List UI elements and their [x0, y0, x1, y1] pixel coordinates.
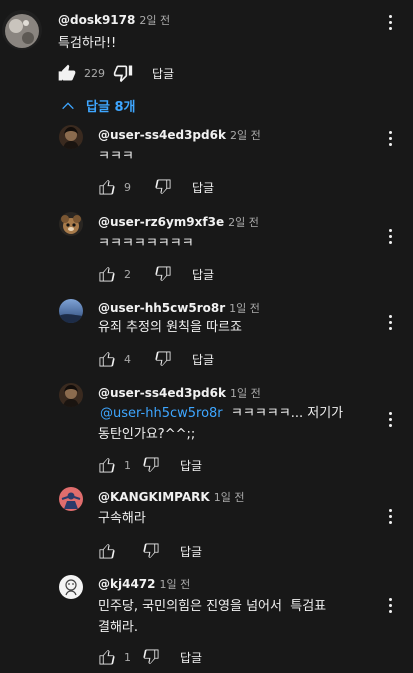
comment-text-line2: 동탄인가요?^^;;: [98, 427, 196, 442]
reply-button[interactable]: 답글: [152, 65, 174, 82]
reply-item: @user-rz6ym9xf3e 2일 전 ㅋㅋㅋㅋㅋㅋㅋㅋ 2 답글: [0, 207, 413, 292]
avatar[interactable]: [59, 299, 83, 323]
avatar[interactable]: [2, 10, 42, 50]
comment-author[interactable]: @dosk9178: [58, 13, 135, 27]
reply-button[interactable]: 답글: [180, 457, 202, 474]
comment-text: ㅋㅋㅋ: [98, 149, 134, 164]
comment-text: 구속해라: [98, 511, 146, 526]
more-vert-icon[interactable]: [380, 593, 400, 617]
more-vert-icon[interactable]: [380, 126, 400, 150]
comment-time[interactable]: 1일 전: [160, 578, 191, 591]
like-count: 2: [124, 267, 131, 281]
like-button[interactable]: [96, 176, 118, 198]
comment-text-line2: 결해라.: [98, 620, 139, 635]
more-vert-icon[interactable]: [380, 224, 400, 248]
like-count: 229: [84, 66, 105, 80]
comment-author[interactable]: @user-hh5cw5ro8r: [98, 301, 225, 315]
thumbs-up-icon: [99, 458, 115, 473]
comment-author[interactable]: @kj4472: [98, 577, 156, 591]
thumbs-up-icon: [99, 650, 115, 665]
thumbs-up-icon: [99, 544, 115, 559]
reply-item: @kj4472 1일 전 민주당, 국민의힘은 진영을 넘어서 특검표 결해라. …: [0, 571, 413, 671]
comment-text: ㅋㅋㅋㅋㅋㅋㅋㅋ: [98, 236, 194, 251]
thumbs-down-icon: [155, 266, 171, 281]
dislike-button[interactable]: [152, 348, 174, 370]
thumbs-down-icon: [143, 457, 159, 472]
thumbs-down-icon: [155, 351, 171, 366]
comment-author[interactable]: @KANGKIMPARK: [98, 490, 210, 504]
comment-time[interactable]: 1일 전: [214, 491, 245, 504]
replies-toggle-button[interactable]: 답글 8개: [60, 96, 135, 115]
like-button[interactable]: [56, 62, 78, 84]
thumbs-up-icon: [58, 64, 76, 81]
thumbs-down-icon: [143, 649, 159, 664]
reply-button[interactable]: 답글: [180, 543, 202, 560]
reply-item: @user-hh5cw5ro8r 1일 전 유죄 추정의 원칙을 따르죠 4 답글: [0, 294, 413, 379]
dislike-button[interactable]: [140, 646, 162, 668]
avatar[interactable]: [59, 487, 83, 511]
thumbs-up-icon: [99, 352, 115, 367]
comment-text: 특검하라!!: [58, 36, 117, 51]
like-button[interactable]: [96, 263, 118, 285]
avatar[interactable]: [59, 125, 83, 149]
thumbs-up-icon: [99, 180, 115, 195]
comment-time[interactable]: 1일 전: [230, 387, 261, 400]
comment-text: ㅋㅋㅋㅋㅋ... 저기가: [222, 406, 344, 421]
more-vert-icon[interactable]: [380, 504, 400, 528]
more-vert-icon[interactable]: [380, 10, 400, 34]
comment-time[interactable]: 2일 전: [139, 14, 170, 27]
dislike-button[interactable]: [152, 263, 174, 285]
avatar[interactable]: [59, 575, 83, 599]
chevron-up-icon: [62, 101, 74, 109]
dislike-button[interactable]: [152, 176, 174, 198]
reply-button[interactable]: 답글: [192, 351, 214, 368]
avatar[interactable]: [59, 212, 83, 236]
like-button[interactable]: [96, 454, 118, 476]
like-count: 1: [124, 650, 131, 664]
thumbs-down-icon: [113, 65, 133, 83]
like-button[interactable]: [96, 348, 118, 370]
comment-time[interactable]: 1일 전: [229, 302, 260, 315]
comment-author[interactable]: @user-ss4ed3pd6k: [98, 386, 226, 400]
thumbs-down-icon: [155, 179, 171, 194]
comment-author[interactable]: @user-rz6ym9xf3e: [98, 215, 224, 229]
replies-toggle-label: 답글 8개: [86, 100, 136, 115]
comment-author[interactable]: @user-ss4ed3pd6k: [98, 128, 226, 142]
comment-text: 유죄 추정의 원칙을 따르죠: [98, 320, 242, 335]
comment-text: 민주당, 국민의힘은 진영을 넘어서 특검표: [98, 599, 327, 614]
more-vert-icon[interactable]: [380, 407, 400, 431]
thumbs-down-icon: [143, 543, 159, 558]
avatar[interactable]: [59, 383, 83, 407]
like-count: 4: [124, 352, 131, 366]
like-button[interactable]: [96, 540, 118, 562]
like-count: 1: [124, 458, 131, 472]
reply-button[interactable]: 답글: [192, 266, 214, 283]
dislike-button[interactable]: [112, 62, 134, 84]
reply-item: @user-ss4ed3pd6k 1일 전 @user-hh5cw5ro8r ㅋㅋ…: [0, 381, 413, 481]
reply-button[interactable]: 답글: [192, 179, 214, 196]
dislike-button[interactable]: [140, 540, 162, 562]
thumbs-up-icon: [99, 267, 115, 282]
comment-time[interactable]: 2일 전: [228, 216, 259, 229]
more-vert-icon[interactable]: [380, 310, 400, 334]
reply-item: @user-ss4ed3pd6k 2일 전 ㅋㅋㅋ 9 답글: [0, 120, 413, 205]
reply-button[interactable]: 답글: [180, 649, 202, 666]
mention-link[interactable]: @user-hh5cw5ro8r: [100, 406, 223, 421]
reply-item: @KANGKIMPARK 1일 전 구속해라 답글: [0, 484, 413, 569]
like-count: 9: [124, 180, 131, 194]
dislike-button[interactable]: [140, 454, 162, 476]
like-button[interactable]: [96, 646, 118, 668]
comment-time[interactable]: 2일 전: [230, 129, 261, 142]
top-comment: @dosk9178 2일 전 특검하라!! 229 답글: [0, 0, 413, 90]
